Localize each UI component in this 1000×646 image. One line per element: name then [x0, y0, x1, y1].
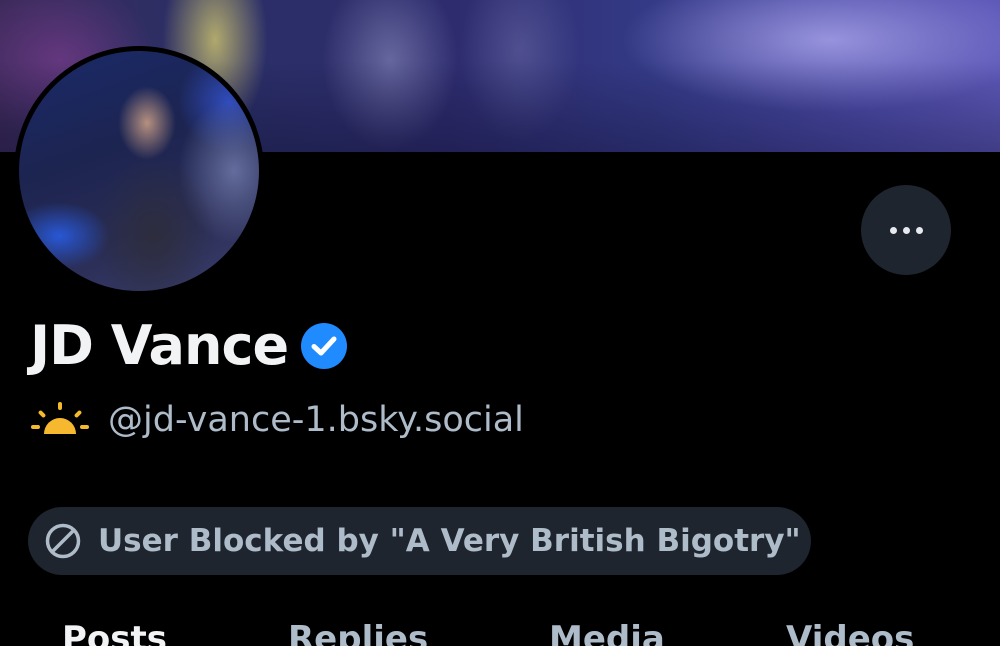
more-options-icon	[889, 226, 923, 234]
profile-name-row: JD Vance	[30, 310, 348, 382]
tab-replies[interactable]: Replies	[288, 622, 428, 646]
blocked-notice[interactable]: User Blocked by "A Very British Bigotry"	[28, 507, 811, 575]
tab-videos[interactable]: Videos	[786, 622, 914, 646]
sunrise-icon	[31, 402, 89, 434]
profile-tabs: Posts Replies Media Videos	[0, 612, 1000, 646]
profile-avatar[interactable]	[14, 46, 264, 296]
display-name: JD Vance	[30, 314, 289, 377]
verified-check-icon[interactable]	[300, 322, 348, 370]
profile-page: JD Vance @jd-vance-1.bsky.social User Bl…	[0, 0, 1000, 646]
profile-handle[interactable]: @jd-vance-1.bsky.social	[108, 402, 524, 438]
avatar-image	[19, 51, 259, 291]
blocked-notice-label: User Blocked by "A Very British Bigotry"	[98, 522, 801, 559]
block-icon	[45, 523, 81, 559]
more-options-button[interactable]	[861, 185, 951, 275]
handle-row: @jd-vance-1.bsky.social	[30, 396, 524, 444]
tab-media[interactable]: Media	[549, 622, 665, 646]
tab-posts[interactable]: Posts	[62, 622, 167, 646]
